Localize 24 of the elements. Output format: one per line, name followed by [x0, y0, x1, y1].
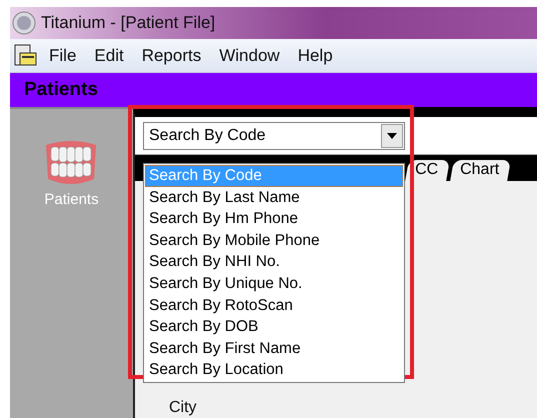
- dropdown-option[interactable]: Search By NHI No.: [145, 251, 403, 273]
- dropdown-option[interactable]: Search By RotoScan: [145, 294, 403, 316]
- dropdown-option[interactable]: Search By DOB: [145, 316, 403, 338]
- menu-item[interactable]: File: [42, 42, 84, 68]
- dropdown-option[interactable]: Search By Unique No.: [145, 272, 403, 295]
- dropdown-option[interactable]: Search By Location: [145, 359, 403, 381]
- document-icon[interactable]: [12, 42, 38, 68]
- dropdown-option[interactable]: Search By Hm Phone: [145, 208, 403, 230]
- app-logo-icon: [12, 11, 36, 35]
- search-mode-dropdown[interactable]: Search By Code: [143, 122, 405, 150]
- menu-item[interactable]: Edit: [87, 42, 131, 68]
- field-label: City: [169, 399, 198, 417]
- menu-item[interactable]: Reports: [134, 42, 208, 68]
- menu-item[interactable]: Window: [212, 42, 287, 68]
- dropdown-option[interactable]: Search By Last Name: [145, 186, 403, 208]
- module-header: Patients: [10, 73, 537, 107]
- window-title: Titanium - [Patient File]: [41, 13, 216, 33]
- teeth-icon[interactable]: [44, 139, 98, 187]
- caret-icon: [387, 132, 397, 138]
- tab[interactable]: CC: [405, 160, 450, 181]
- dropdown-option[interactable]: Search By First Name: [145, 338, 403, 360]
- menu-item[interactable]: Help: [290, 42, 340, 68]
- dropdown-option[interactable]: Search By Mobile Phone: [145, 230, 403, 252]
- tab[interactable]: Chart: [450, 160, 512, 181]
